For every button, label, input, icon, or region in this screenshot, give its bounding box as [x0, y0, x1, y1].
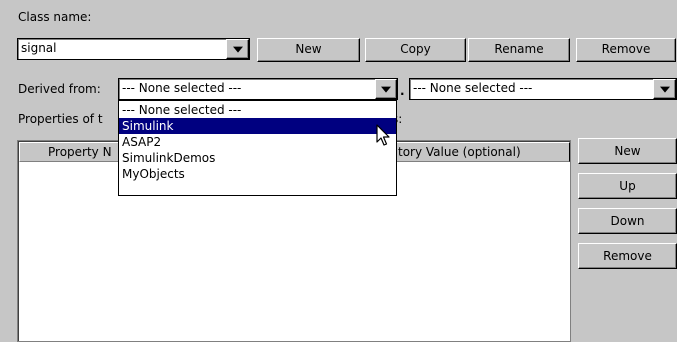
class-name-dropdown-button[interactable] [226, 39, 249, 59]
dropdown-option-none[interactable]: --- None selected --- [119, 102, 396, 118]
chevron-down-icon [232, 46, 243, 53]
class-name-select[interactable]: signal [17, 38, 250, 60]
dropdown-option-myobjects[interactable]: MyObjects [119, 166, 396, 182]
new-property-button[interactable]: New [578, 138, 677, 164]
properties-label: Properties of t [18, 112, 103, 126]
dropdown-option-simulinkdemos[interactable]: SimulinkDemos [119, 150, 396, 166]
mouse-pointer-icon [376, 124, 390, 146]
dropdown-option-simulink[interactable]: Simulink [119, 118, 396, 134]
derived-package-dropdown-list[interactable]: --- None selected --- Simulink ASAP2 Sim… [118, 100, 397, 196]
copy-class-button[interactable]: Copy [365, 38, 466, 62]
class-name-label: Class name: [18, 10, 92, 24]
derived-class-dropdown-button[interactable] [653, 79, 676, 99]
derived-package-dropdown-button[interactable] [375, 79, 397, 99]
chevron-down-icon [381, 86, 391, 93]
rename-class-button[interactable]: Rename [468, 38, 570, 62]
move-down-button[interactable]: Down [578, 208, 677, 234]
dropdown-option-asap2[interactable]: ASAP2 [119, 134, 396, 150]
dot-separator: . [400, 84, 405, 98]
chevron-down-icon [659, 86, 670, 93]
remove-property-button[interactable]: Remove [578, 243, 677, 269]
remove-class-button[interactable]: Remove [576, 38, 676, 62]
derived-from-label: Derived from: [18, 82, 101, 96]
derived-package-select[interactable]: --- None selected --- [118, 78, 398, 100]
new-class-button[interactable]: New [257, 38, 360, 62]
derived-class-select[interactable]: --- None selected --- [409, 78, 677, 100]
move-up-button[interactable]: Up [578, 173, 677, 199]
derived-package-value: --- None selected --- [122, 81, 242, 95]
derived-class-value: --- None selected --- [413, 81, 533, 95]
class-name-value: signal [21, 41, 57, 55]
